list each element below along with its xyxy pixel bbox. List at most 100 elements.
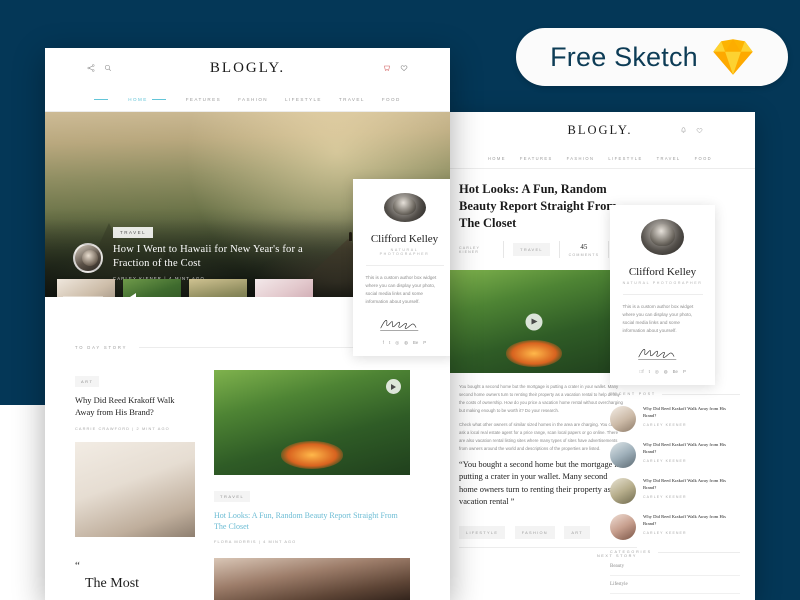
recent-post-author: Carley Keener <box>643 530 687 535</box>
card-meta: Flora Morris | 4 Mint Ago <box>214 539 297 545</box>
heart-icon[interactable] <box>400 59 408 77</box>
screen2-nav-features[interactable]: Features <box>520 156 553 161</box>
divider <box>661 393 740 395</box>
play-icon[interactable] <box>386 379 401 394</box>
screen1-nav-home[interactable]: Home <box>128 97 147 102</box>
screen2-pull-quote: “You bought a second home but the mortga… <box>459 459 621 507</box>
categories-label: Categories <box>610 550 652 554</box>
screen1-nav-features[interactable]: Features <box>186 97 221 102</box>
tag-lifestyle[interactable]: Lifestyle <box>459 525 506 539</box>
screen-article-page[interactable]: BLOGLY. Home Features Fashion Lifestyle … <box>445 112 755 600</box>
quote-mark: “ <box>75 559 80 572</box>
carousel-thumb-dessert[interactable] <box>255 279 313 297</box>
screen2-article-category-badge[interactable]: Travel <box>513 243 550 256</box>
comments-label: Comments <box>568 252 600 257</box>
screen1-nav-fashion[interactable]: Fashion <box>238 97 268 102</box>
tag-art[interactable]: Art <box>564 525 590 539</box>
list-item[interactable]: Why Did Reed Krakoff Walk Away from His … <box>610 406 740 432</box>
recent-post-title[interactable]: Why Did Reed Krakoff Walk Away from His … <box>643 478 740 492</box>
recent-post-author: Carley Keener <box>643 458 687 463</box>
prev-arrow-icon[interactable] <box>130 293 136 297</box>
hero-category-badge[interactable]: Travel <box>113 226 154 238</box>
instagram-icon[interactable]: ◎ <box>395 340 399 346</box>
behance-icon[interactable]: Be <box>413 340 418 346</box>
screen2-article-video[interactable] <box>445 270 623 373</box>
author-social-links[interactable]: f t ◎ ◍ Be P <box>639 369 686 375</box>
list-item[interactable]: Why Did Reed Krakoff Walk Away from His … <box>610 478 740 504</box>
free-sketch-badge[interactable]: Free Sketch <box>516 28 788 86</box>
divider <box>139 347 375 348</box>
behance-icon[interactable]: Be <box>673 369 678 375</box>
screen1-logo[interactable]: BLOGLY. <box>210 60 285 77</box>
card-meta: Carrie Crawford | 2 Mint Ago <box>75 425 170 431</box>
screen1-nav-travel[interactable]: Travel <box>339 97 365 102</box>
author-role: Natural Photographer <box>379 248 430 257</box>
author-name: Clifford Kelley <box>628 266 697 279</box>
article-paragraph: You bought a second home but the mortgag… <box>459 384 623 413</box>
pinterest-icon[interactable]: P <box>423 340 426 346</box>
screen-home-page[interactable]: BLOGLY. Home Features Fashion Lifestyle … <box>45 48 450 600</box>
carousel-progress-bar <box>63 296 103 297</box>
dribbble-icon[interactable]: ◍ <box>664 369 668 375</box>
recent-post-title[interactable]: Why Did Reed Krakoff Walk Away from His … <box>643 442 740 456</box>
bell-icon[interactable] <box>680 121 687 139</box>
card-title[interactable]: Why Did Reed Krakoff Walk Away from His … <box>75 395 195 419</box>
recent-post-title[interactable]: Why Did Reed Krakoff Walk Away from His … <box>643 514 740 528</box>
category-item-beauty[interactable]: Beauty <box>610 558 740 576</box>
carousel-thumb-firepit[interactable] <box>123 279 181 297</box>
screen2-nav-travel[interactable]: Travel <box>657 156 681 161</box>
recent-post-thumbnail <box>610 514 636 540</box>
screen2-nav-home[interactable]: Home <box>488 156 506 161</box>
stat-divider <box>608 241 610 258</box>
search-icon[interactable] <box>104 59 112 77</box>
twitter-icon[interactable]: t <box>649 369 650 375</box>
card-badge-art[interactable]: Art <box>75 376 100 387</box>
carousel-thumb-mountain[interactable] <box>189 279 247 297</box>
screen1-nav-food[interactable]: Food <box>382 97 401 102</box>
screen2-nav-lifestyle[interactable]: Lifestyle <box>608 156 642 161</box>
card-title[interactable]: Hot Looks: A Fun, Random Beauty Report S… <box>214 510 410 532</box>
play-icon[interactable] <box>525 313 543 330</box>
screen2-nav-fashion[interactable]: Fashion <box>567 156 595 161</box>
author-description: This is a custom author box widget where… <box>622 303 694 333</box>
divider <box>622 294 703 295</box>
card-image-room[interactable] <box>75 441 195 537</box>
author-social-links[interactable]: f t ◎ ◍ Be P <box>383 340 426 346</box>
signature-icon <box>636 346 690 361</box>
facebook-icon[interactable]: f <box>639 369 644 375</box>
list-item[interactable]: Why Did Reed Krakoff Walk Away from His … <box>610 514 740 540</box>
recent-post-thumbnail <box>610 406 636 432</box>
category-item-music[interactable]: Music <box>610 594 740 600</box>
recent-post-thumbnail <box>610 478 636 504</box>
hero-thumbnail-carousel[interactable] <box>57 279 313 297</box>
category-item-lifestyle[interactable]: Lifestyle <box>610 576 740 594</box>
hero-title[interactable]: How I Went to Hawaii for New Year's for … <box>113 243 320 271</box>
card-badge-travel[interactable]: Travel <box>214 491 251 502</box>
carousel-thumb-interior[interactable] <box>57 279 115 297</box>
card-image-firepit[interactable] <box>214 370 410 475</box>
screen2-nav[interactable]: Home Features Fashion Lifestyle Travel F… <box>445 148 755 168</box>
dribbble-icon[interactable]: ◍ <box>404 340 408 346</box>
share-icon[interactable] <box>87 59 95 77</box>
twitter-icon[interactable]: t <box>389 340 390 346</box>
comments-count: 45 <box>580 242 588 251</box>
pinterest-icon[interactable]: P <box>683 369 686 375</box>
tag-fashion[interactable]: Fashion <box>514 525 555 539</box>
instagram-icon[interactable]: ◎ <box>655 369 659 375</box>
recent-post-title[interactable]: Why Did Reed Krakoff Walk Away from His … <box>643 406 740 420</box>
cart-icon[interactable] <box>383 59 391 77</box>
recent-post-author: Carley Keener <box>643 422 687 427</box>
card-image-portrait[interactable] <box>214 558 410 600</box>
signature-icon <box>378 317 432 332</box>
divider <box>365 265 444 266</box>
section-label: To Day Story <box>75 345 128 350</box>
screen1-nav[interactable]: Home Features Fashion Lifestyle Travel F… <box>45 88 450 111</box>
list-item[interactable]: Why Did Reed Krakoff Walk Away from His … <box>610 442 740 468</box>
facebook-icon[interactable]: f <box>383 340 384 346</box>
next-story-link[interactable]: Next Story <box>445 548 637 558</box>
screen2-nav-food[interactable]: Food <box>695 156 712 161</box>
heart-icon[interactable] <box>696 121 703 139</box>
screen1-nav-lifestyle[interactable]: Lifestyle <box>285 97 322 102</box>
screen2-header-divider <box>445 168 755 169</box>
screen2-logo[interactable]: BLOGLY. <box>568 123 633 138</box>
